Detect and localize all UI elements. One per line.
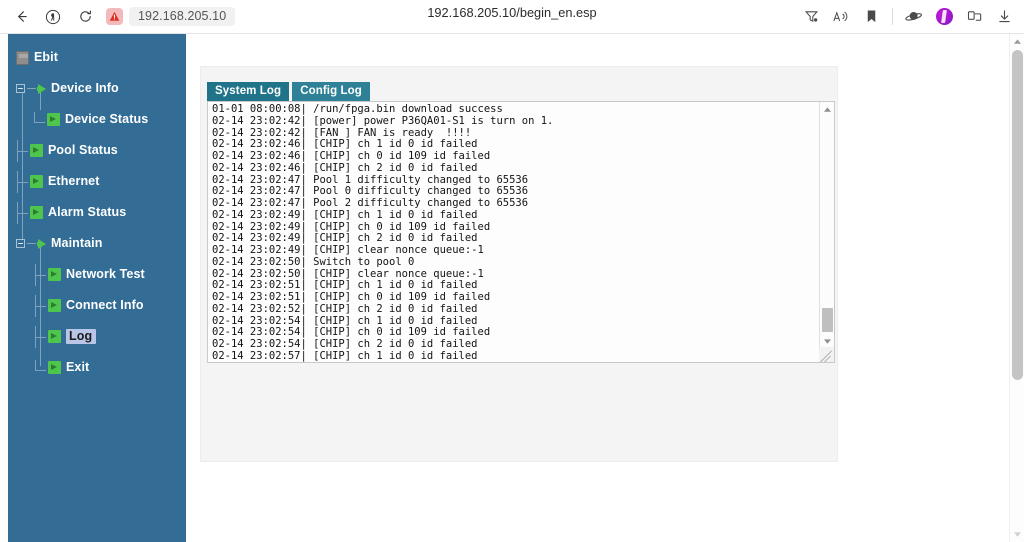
green-arrow-icon [37,83,46,94]
tree-tee [17,139,28,162]
browser-toolbar-right [797,0,1018,33]
sidebar-item-label: Pool Status [48,143,118,158]
address-bar[interactable]: 192.168.205.10 [106,7,236,26]
log-line: 02-14 23:02:51| [CHIP] ch 0 id 109 id fa… [212,291,491,303]
log-line: 02-14 23:02:42| [power] power P36QA01-S1… [212,114,554,127]
saturn-icon[interactable] [900,3,928,31]
log-line: 02-14 23:02:54| [CHIP] ch 2 id 0 id fail… [212,338,478,350]
sidebar-item-label: Ethernet [48,174,100,189]
read-aloud-icon[interactable] [827,3,855,31]
log-line: 01-01 08:00:08| /run/fpga.bin download s… [212,103,503,115]
tab-system-log[interactable]: System Log [207,82,290,103]
split-screen-icon[interactable] [960,3,988,31]
sidebar-item-maintain[interactable]: Maintain [8,228,186,259]
toolbar-divider [892,8,893,25]
content-panel: System Log Config Log 01-01 08:00:08| /r… [200,66,838,462]
tree-tee [17,201,28,224]
green-leaf-icon [48,330,61,343]
log-line: 02-14 23:02:57| [CHIP] ch 0 id 109 id fa… [212,362,490,363]
tree-elbow [34,111,45,123]
sidebar-nav-tree: Ebit Device Info Device Status Pool Stat… [8,34,186,542]
sidebar-item-label: Device Status [65,112,149,127]
log-line: 02-14 23:02:46| [CHIP] ch 0 id 109 id fa… [212,150,491,162]
sidebar-item-pool-status[interactable]: Pool Status [8,135,186,166]
log-scrollbar-thumb[interactable] [822,308,833,332]
green-arrow-icon [37,238,46,249]
tree-tee [35,325,46,348]
sidebar-item-device-info[interactable]: Device Info [8,73,186,104]
sidebar-item-log[interactable]: Log [8,321,186,352]
log-line: 02-14 23:02:49| [CHIP] clear nonce queue… [212,244,484,256]
warning-triangle-icon [106,8,123,25]
green-leaf-icon [30,175,43,188]
green-leaf-icon [48,268,61,281]
green-leaf-icon [48,299,61,312]
sidebar-item-exit[interactable]: Exit [8,352,186,383]
sidebar-item-label: Connect Info [66,298,144,313]
yandex-logo-icon[interactable] [40,4,66,30]
sidebar-item-label: Device Info [51,81,119,96]
expander-minus-icon[interactable] [16,84,25,93]
sidebar-root-ebit[interactable]: Ebit [8,42,186,73]
sidebar-item-label: Network Test [66,267,145,282]
sidebar-item-label: Maintain [51,236,103,251]
page-scrollbar-thumb[interactable] [1012,50,1023,380]
scroll-down-arrow-icon[interactable] [1010,527,1024,542]
log-line: 02-14 23:02:57| [CHIP] ch 1 id 0 id fail… [212,349,478,362]
sidebar-item-connect-info[interactable]: Connect Info [8,290,186,321]
log-line: 02-14 23:02:50| Switch to pool 0 [212,255,415,268]
page-body: Ebit Device Info Device Status Pool Stat… [0,33,1024,542]
profile-avatar-icon[interactable] [930,3,958,31]
downloads-icon[interactable] [990,3,1018,31]
log-line: 02-14 23:02:49| [CHIP] ch 1 id 0 id fail… [212,208,478,221]
page-scrollbar[interactable] [1009,34,1024,542]
green-leaf-icon [30,206,43,219]
tree-tee [35,263,46,286]
log-textarea[interactable]: 01-01 08:00:08| /run/fpga.bin download s… [207,101,835,363]
log-text-content[interactable]: 01-01 08:00:08| /run/fpga.bin download s… [208,102,820,363]
green-leaf-icon [47,113,60,126]
tree-dash [27,88,36,89]
reload-icon[interactable] [72,4,98,30]
tree-dash [27,243,36,244]
address-input[interactable]: 192.168.205.10 [129,7,236,26]
tree-elbow [35,359,46,371]
log-scroll-down-arrow-icon[interactable] [820,334,834,348]
log-scroll-up-arrow-icon[interactable] [820,102,834,116]
green-leaf-icon [30,144,43,157]
collections-icon[interactable] [797,3,825,31]
green-leaf-icon [48,361,61,374]
sidebar-item-network-test[interactable]: Network Test [8,259,186,290]
bookmark-icon[interactable] [857,3,885,31]
tree-tee [17,170,28,193]
log-resize-grip[interactable] [819,347,834,362]
expander-minus-icon[interactable] [16,239,25,248]
back-arrow-icon[interactable] [8,4,34,30]
log-tab-bar: System Log Config Log [207,82,370,103]
sidebar-item-label: Alarm Status [48,205,127,220]
tree-tee [35,294,46,317]
sidebar-item-label: Log [66,328,97,345]
sidebar-root-label: Ebit [34,50,59,65]
scroll-up-arrow-icon[interactable] [1010,34,1024,49]
sidebar-item-alarm-status[interactable]: Alarm Status [8,197,186,228]
sidebar-item-device-status[interactable]: Device Status [8,104,186,135]
folder-icon [16,50,29,65]
log-line: 02-14 23:02:52| [CHIP] ch 2 id 0 id fail… [212,302,478,315]
sidebar-item-ethernet[interactable]: Ethernet [8,166,186,197]
tab-config-log[interactable]: Config Log [292,82,370,103]
log-line: 02-14 23:02:47| Pool 2 difficulty change… [212,197,529,209]
sidebar-item-label: Exit [66,360,90,375]
browser-toolbar: 192.168.205.10 192.168.205.10/begin_en.e… [0,0,1024,33]
log-line: 02-14 23:02:46| [CHIP] ch 2 id 0 id fail… [212,161,478,174]
log-scrollbar[interactable] [819,102,834,362]
